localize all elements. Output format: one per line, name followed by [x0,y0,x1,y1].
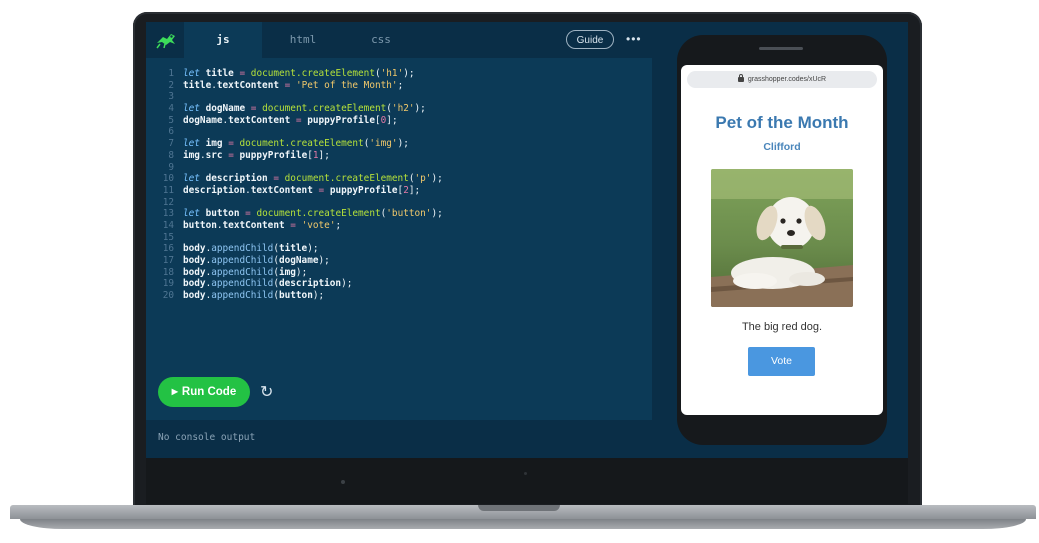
tab-bar: js html css Guide ••• [146,22,652,58]
line-number: 1 [168,68,174,79]
code-line[interactable]: 1 let title = document.createElement('h1'… [154,68,644,80]
code-line[interactable]: 17 body.appendChild(dogName); [154,255,644,267]
code-line[interactable]: 8 img.src = puppyProfile[1]; [154,150,644,162]
vote-button[interactable]: Vote [748,347,815,376]
run-code-button[interactable]: ▶ Run Code [158,377,250,407]
code-text: body.appendChild(button); [183,290,325,302]
code-text: let dogName = document.createElement('h2… [183,103,426,115]
line-number: 15 [162,231,174,243]
line-number: 19 [162,278,174,290]
code-line[interactable]: 4 let dogName = document.createElement('h… [154,103,644,115]
tab-js[interactable]: js [184,22,262,58]
url-text: grasshopper.codes/xUcR [747,76,827,83]
bezel-dot [524,472,527,475]
laptop-notch [478,505,560,511]
line-number: 9 [168,161,174,173]
phone-frame: grasshopper.codes/xUcR Pet of the Month … [677,35,887,445]
code-text: let button = document.createElement('but… [183,208,443,220]
puppy-photo [711,169,853,307]
line-number: 5 [168,114,174,126]
guide-button[interactable]: Guide [566,30,614,49]
code-line[interactable]: 15 [154,232,644,244]
preview-title: Pet of the Month [715,113,849,132]
code-text: button.textContent = 'vote'; [183,219,342,231]
code-line[interactable]: 16 body.appendChild(title); [154,243,644,255]
code-text: body.appendChild(img); [183,266,308,278]
tab-css[interactable]: css [342,22,420,58]
preview-pane: grasshopper.codes/xUcR Pet of the Month … [652,22,908,458]
code-line[interactable]: 9 [154,162,644,174]
code-text: dogName.textContent = puppyProfile[0]; [183,114,398,126]
laptop-base-lip [20,519,1026,529]
console-output: No console output [158,432,256,443]
code-text: body.appendChild(title); [183,243,319,255]
code-line[interactable]: 2 title.textContent = 'Pet of the Month'; [154,80,644,92]
line-number: 20 [162,290,174,302]
line-number: 18 [162,266,174,278]
code-line[interactable]: 6 [154,126,644,138]
code-line[interactable]: 11 description.textContent = puppyProfile… [154,185,644,197]
line-number: 11 [162,184,174,196]
grasshopper-logo-icon [156,34,175,49]
line-number: 6 [168,126,174,138]
code-line[interactable]: 12 [154,197,644,209]
code-text: description.textContent = puppyProfile[2… [183,184,421,196]
code-editor: js html css Guide ••• 1 let title = docum… [146,22,652,458]
line-number: 12 [162,196,174,208]
code-line[interactable]: 3 [154,91,644,103]
code-text: let title = document.createElement('h1')… [183,68,415,79]
bezel-dot [341,480,345,484]
reset-icon[interactable]: ↻ [260,382,273,402]
line-number: 17 [162,255,174,266]
code-line[interactable]: 19 body.appendChild(description); [154,278,644,290]
phone-screen: grasshopper.codes/xUcR Pet of the Month … [681,65,883,415]
laptop-bezel [146,458,908,504]
puppy-illustration [711,169,853,307]
line-number: 7 [168,138,174,150]
preview-dog-name: Clifford [763,141,801,153]
line-number: 14 [162,219,174,231]
code-text: body.appendChild(description); [183,278,353,290]
more-options-icon[interactable]: ••• [626,32,642,46]
tab-html[interactable]: html [264,22,342,58]
phone-speaker [759,47,803,50]
line-number: 3 [168,91,174,103]
code-line[interactable]: 20 body.appendChild(button); [154,290,644,302]
line-number: 10 [162,173,174,185]
code-line[interactable]: 7 let img = document.createElement('img')… [154,138,644,150]
code-text: title.textContent = 'Pet of the Month'; [183,79,404,91]
code-line[interactable]: 10 let description = document.createEleme… [154,173,644,185]
play-icon: ▶ [171,387,178,396]
code-line[interactable]: 18 body.appendChild(img); [154,267,644,279]
code-line[interactable]: 5 dogName.textContent = puppyProfile[0]; [154,115,644,127]
console-panel: No console output [146,420,652,458]
line-number: 8 [168,149,174,161]
code-text: body.appendChild(dogName); [183,255,330,266]
code-text: img.src = puppyProfile[1]; [183,149,330,161]
code-line[interactable]: 13 let button = document.createElement('b… [154,208,644,220]
run-code-label: Run Code [181,386,237,398]
code-line[interactable]: 14 button.textContent = 'vote'; [154,220,644,232]
preview-description: The big red dog. [741,321,823,333]
url-bar[interactable]: grasshopper.codes/xUcR [687,71,877,88]
laptop-screen: js html css Guide ••• 1 let title = docum… [146,22,908,458]
line-number: 16 [162,243,174,255]
code-area[interactable]: 1 let title = document.createElement('h1'… [154,68,644,302]
line-number: 2 [168,79,174,91]
lock-icon [737,74,744,82]
line-number: 13 [162,208,174,220]
code-text: let description = document.createElement… [183,173,443,185]
code-text: let img = document.createElement('img'); [183,138,409,150]
line-number: 4 [168,103,174,115]
